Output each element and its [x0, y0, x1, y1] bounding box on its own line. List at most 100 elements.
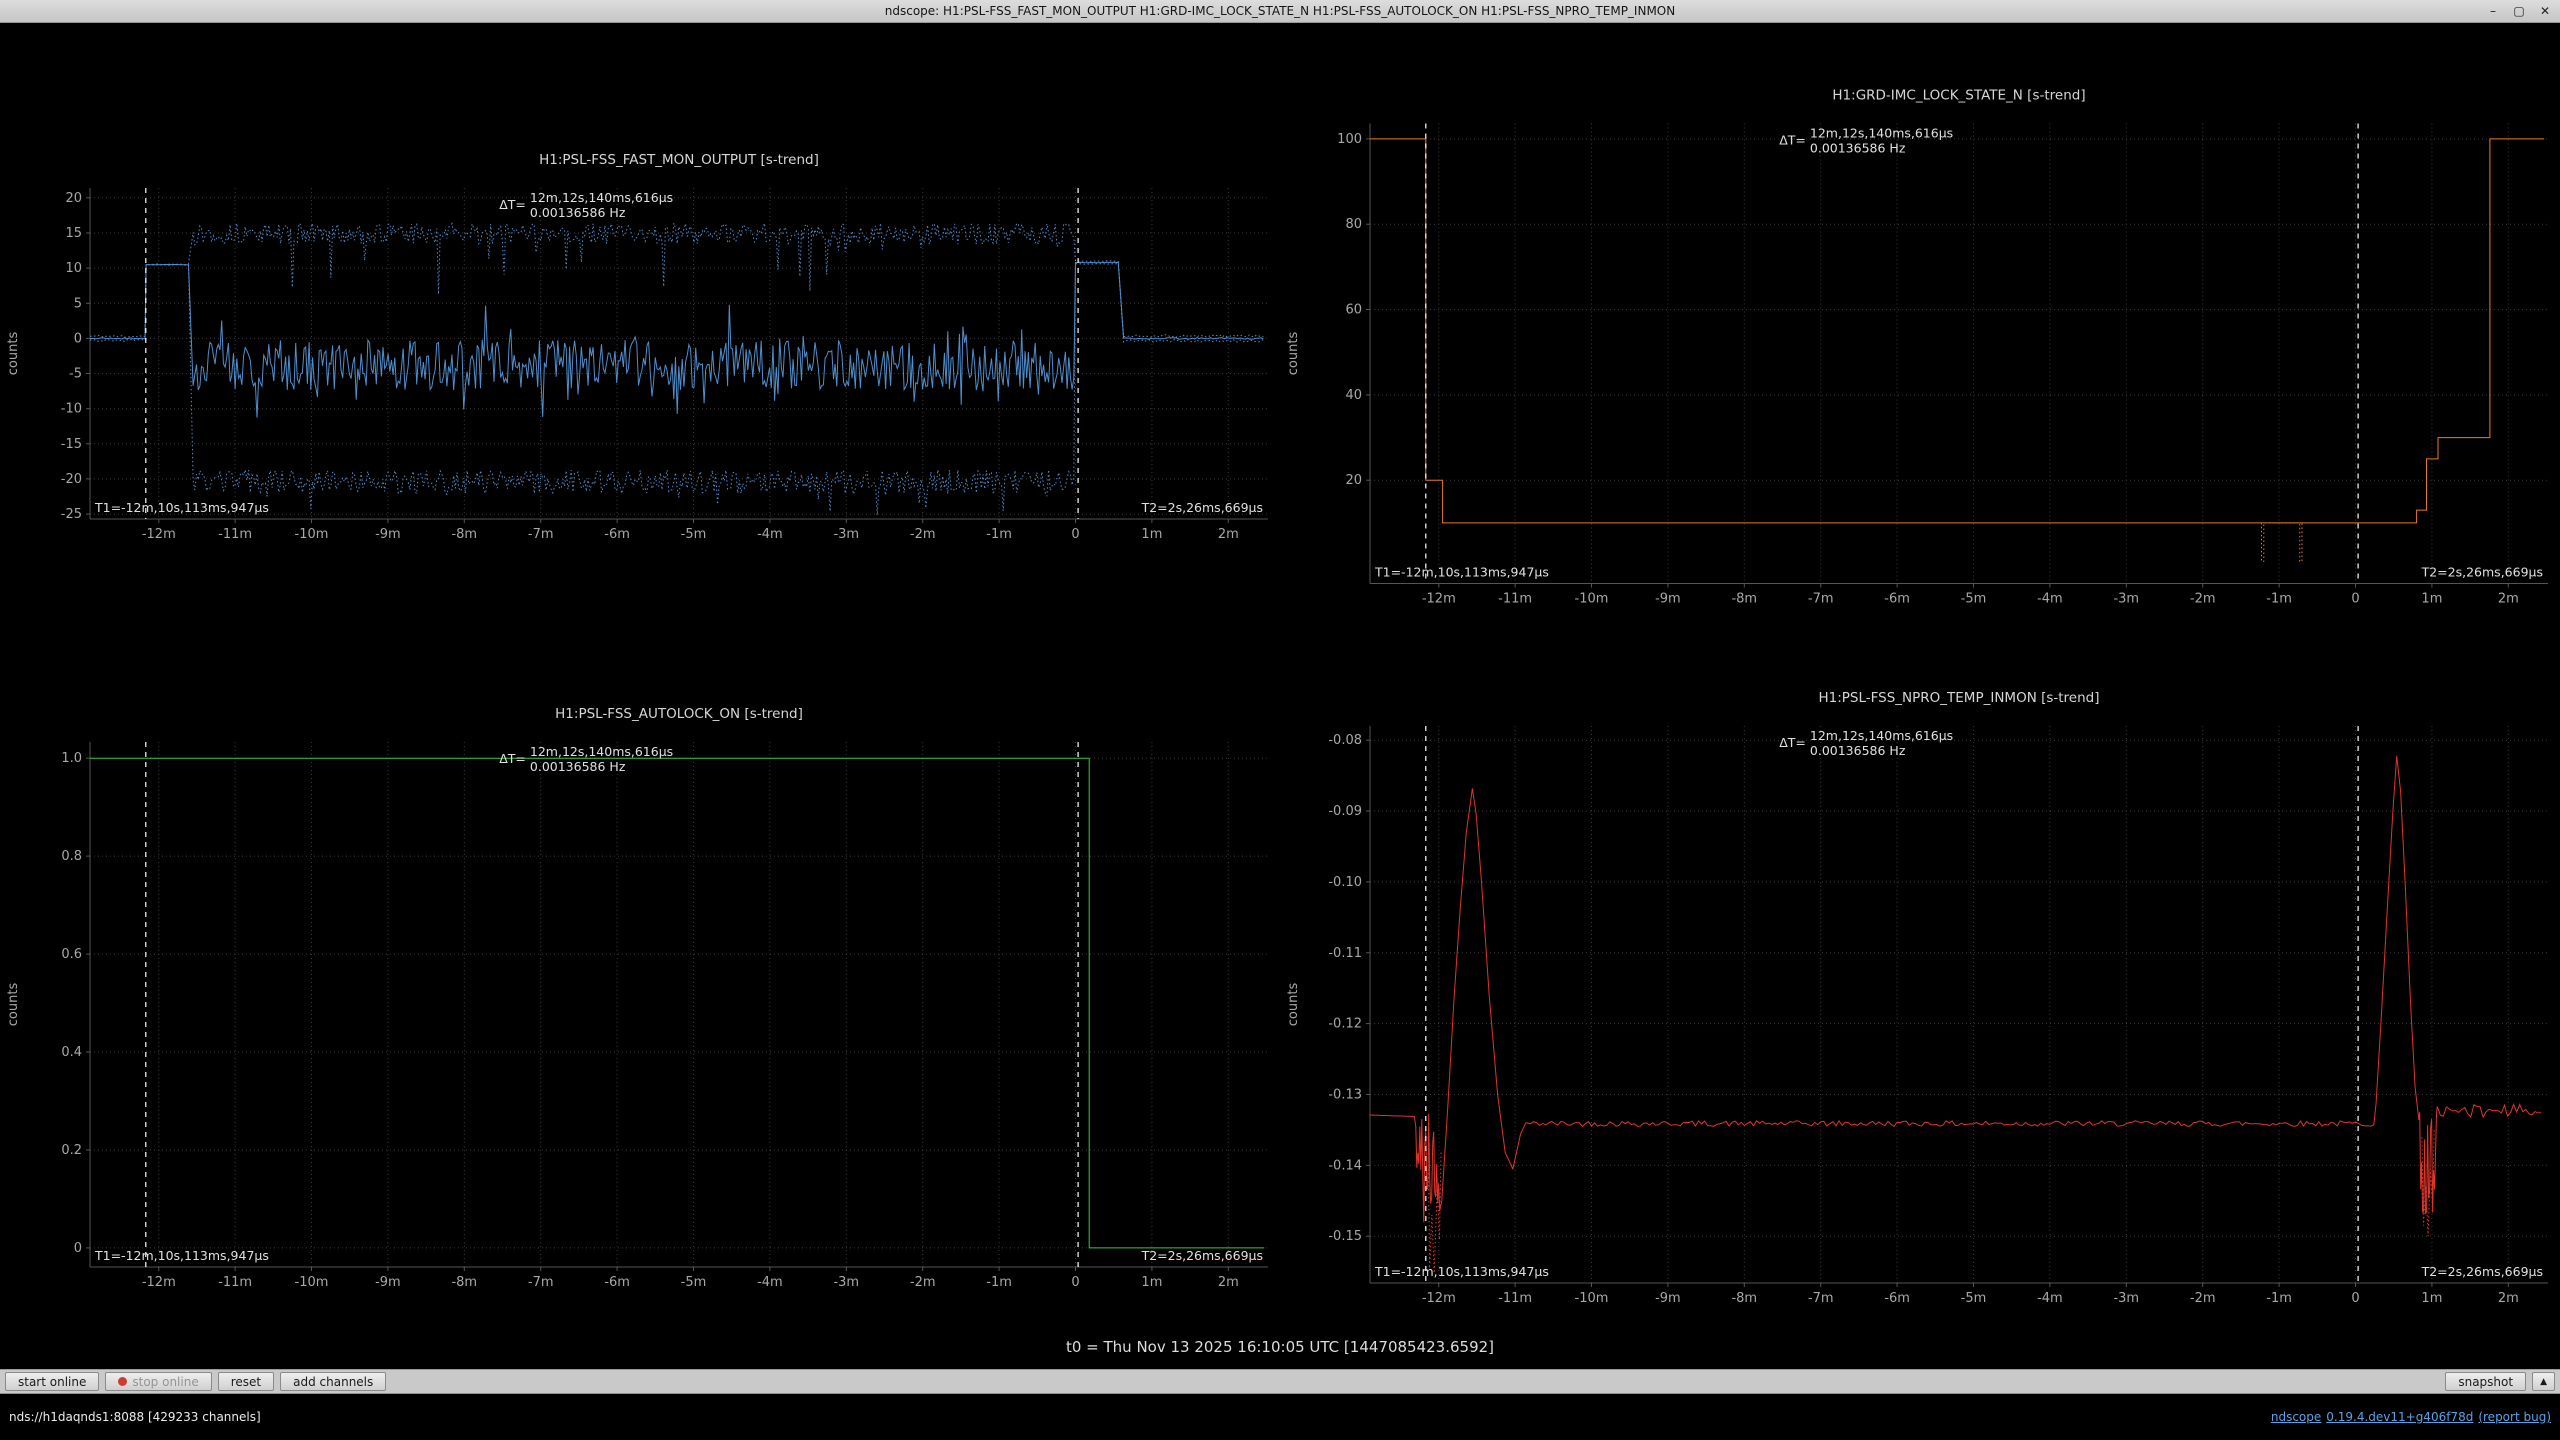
plot-cell-npro-temp-inmon: -12m-11m-10m-9m-8m-7m-6m-5m-4m-3m-2m-1m0… — [1280, 674, 2560, 1325]
svg-text:0: 0 — [1071, 1275, 1079, 1290]
svg-text:-0.08: -0.08 — [1328, 733, 1362, 748]
svg-text:2m: 2m — [1218, 1275, 1239, 1290]
svg-text:-0.14: -0.14 — [1328, 1158, 1362, 1173]
svg-text:-0.15: -0.15 — [1328, 1229, 1362, 1244]
svg-text:-2m: -2m — [910, 527, 936, 542]
svg-text:2m: 2m — [1218, 527, 1239, 542]
svg-text:ΔT=: ΔT= — [1779, 735, 1806, 750]
version-link[interactable]: 0.19.4.dev11+g406f78d — [2326, 1410, 2473, 1424]
svg-text:1m: 1m — [2421, 1291, 2442, 1306]
stop-icon — [118, 1377, 127, 1386]
svg-text:H1:PSL-FSS_AUTOLOCK_ON [s-tren: H1:PSL-FSS_AUTOLOCK_ON [s-trend] — [555, 706, 803, 722]
svg-text:12m,12s,140ms,616µs: 12m,12s,140ms,616µs — [1810, 728, 1953, 743]
svg-text:-12m: -12m — [142, 527, 176, 542]
svg-text:counts: counts — [1286, 332, 1301, 376]
svg-text:0.2: 0.2 — [61, 1143, 82, 1158]
add-channels-button[interactable]: add channels — [280, 1372, 386, 1391]
close-button[interactable]: ✕ — [2538, 5, 2552, 17]
svg-text:-10: -10 — [61, 402, 82, 417]
plot-fast-mon-output-canvas[interactable]: -12m-11m-10m-9m-8m-7m-6m-5m-4m-3m-2m-1m0… — [0, 23, 1280, 674]
stop-online-label: stop online — [132, 1375, 198, 1389]
plot-imc-lock-state-canvas[interactable]: -12m-11m-10m-9m-8m-7m-6m-5m-4m-3m-2m-1m0… — [1280, 23, 2560, 674]
svg-text:0: 0 — [2351, 1291, 2359, 1306]
start-online-button[interactable]: start online — [5, 1372, 99, 1391]
plot-autolock-on-canvas[interactable]: -12m-11m-10m-9m-8m-7m-6m-5m-4m-3m-2m-1m0… — [0, 674, 1280, 1325]
svg-text:10: 10 — [65, 261, 82, 276]
snapshot-button[interactable]: snapshot — [2445, 1372, 2526, 1391]
svg-text:0: 0 — [1071, 527, 1079, 542]
svg-text:T1=-12m,10s,113ms,947µs: T1=-12m,10s,113ms,947µs — [94, 500, 269, 515]
svg-text:-0.12: -0.12 — [1328, 1017, 1362, 1032]
svg-text:-2m: -2m — [910, 1275, 936, 1290]
svg-text:-20: -20 — [61, 472, 82, 487]
svg-text:counts: counts — [1286, 983, 1301, 1027]
svg-text:0.00136586 Hz: 0.00136586 Hz — [1810, 141, 1906, 156]
svg-text:ΔT=: ΔT= — [1779, 133, 1806, 148]
reset-button[interactable]: reset — [218, 1372, 274, 1391]
svg-text:-4m: -4m — [757, 1275, 783, 1290]
svg-text:-11m: -11m — [1498, 592, 1532, 607]
svg-text:-5m: -5m — [681, 527, 707, 542]
svg-text:20: 20 — [1345, 473, 1362, 488]
svg-text:-8m: -8m — [451, 1275, 477, 1290]
svg-text:-8m: -8m — [451, 527, 477, 542]
svg-text:-0.09: -0.09 — [1328, 804, 1362, 819]
svg-text:60: 60 — [1345, 303, 1362, 318]
svg-text:-9m: -9m — [1655, 1291, 1681, 1306]
svg-text:-12m: -12m — [1422, 592, 1456, 607]
svg-text:12m,12s,140ms,616µs: 12m,12s,140ms,616µs — [530, 744, 673, 759]
status-bar: nds://h1daqnds1:8088 [429233 channels] n… — [0, 1394, 2560, 1440]
svg-text:-9m: -9m — [375, 1275, 401, 1290]
svg-text:-4m: -4m — [2037, 1291, 2063, 1306]
svg-text:T2=2s,26ms,669µs: T2=2s,26ms,669µs — [1141, 500, 1263, 515]
t0-timestamp: t0 = Thu Nov 13 2025 16:10:05 UTC [14470… — [0, 1325, 2560, 1369]
statusbar-links: ndscope 0.19.4.dev11+g406f78d (report bu… — [2271, 1410, 2551, 1424]
svg-text:ΔT=: ΔT= — [499, 197, 526, 212]
svg-text:-2m: -2m — [2190, 592, 2216, 607]
svg-text:T1=-12m,10s,113ms,947µs: T1=-12m,10s,113ms,947µs — [1374, 1264, 1549, 1279]
svg-text:-7m: -7m — [1808, 592, 1834, 607]
svg-text:-12m: -12m — [1422, 1291, 1456, 1306]
svg-text:0: 0 — [2351, 592, 2359, 607]
svg-text:-8m: -8m — [1731, 1291, 1757, 1306]
svg-text:-7m: -7m — [528, 527, 554, 542]
svg-text:12m,12s,140ms,616µs: 12m,12s,140ms,616µs — [1810, 126, 1953, 141]
maximize-button[interactable]: ▢ — [2512, 5, 2526, 17]
expand-toolbar-button[interactable]: ▲ — [2532, 1372, 2555, 1391]
svg-text:-10m: -10m — [295, 1275, 329, 1290]
nds-server-status: nds://h1daqnds1:8088 [429233 channels] — [9, 1410, 261, 1424]
svg-text:counts: counts — [6, 332, 21, 376]
svg-text:H1:PSL-FSS_NPRO_TEMP_INMON [s-: H1:PSL-FSS_NPRO_TEMP_INMON [s-trend] — [1818, 690, 2099, 706]
svg-text:-1m: -1m — [986, 527, 1012, 542]
report-bug-link[interactable]: (report bug) — [2478, 1410, 2551, 1424]
svg-text:0: 0 — [74, 1241, 82, 1256]
svg-text:0.4: 0.4 — [61, 1045, 82, 1060]
svg-text:0: 0 — [74, 331, 82, 346]
svg-text:T2=2s,26ms,669µs: T2=2s,26ms,669µs — [2421, 565, 2543, 580]
window-titlebar[interactable]: ndscope: H1:PSL-FSS_FAST_MON_OUTPUT H1:G… — [0, 0, 2560, 23]
svg-text:80: 80 — [1345, 217, 1362, 232]
svg-text:5: 5 — [74, 296, 82, 311]
svg-text:-5m: -5m — [1961, 592, 1987, 607]
stop-online-button[interactable]: stop online — [105, 1372, 211, 1391]
minimize-button[interactable]: – — [2486, 5, 2500, 17]
svg-text:-5m: -5m — [1961, 1291, 1987, 1306]
svg-text:1m: 1m — [2421, 592, 2442, 607]
svg-text:-15: -15 — [61, 437, 82, 452]
plot-cell-autolock-on: -12m-11m-10m-9m-8m-7m-6m-5m-4m-3m-2m-1m0… — [0, 674, 1280, 1325]
svg-text:T2=2s,26ms,669µs: T2=2s,26ms,669µs — [2421, 1264, 2543, 1279]
svg-text:-11m: -11m — [218, 527, 252, 542]
svg-text:-11m: -11m — [218, 1275, 252, 1290]
svg-text:-9m: -9m — [1655, 592, 1681, 607]
plot-npro-temp-inmon-canvas[interactable]: -12m-11m-10m-9m-8m-7m-6m-5m-4m-3m-2m-1m0… — [1280, 674, 2560, 1325]
window-title: ndscope: H1:PSL-FSS_FAST_MON_OUTPUT H1:G… — [885, 4, 1675, 18]
svg-text:2m: 2m — [2498, 1291, 2519, 1306]
svg-text:-3m: -3m — [2113, 1291, 2139, 1306]
bottom-toolbar: start online stop online reset add chann… — [0, 1369, 2560, 1394]
svg-text:0.6: 0.6 — [61, 947, 82, 962]
svg-text:-0.10: -0.10 — [1328, 875, 1362, 890]
svg-text:20: 20 — [65, 191, 82, 206]
svg-text:-3m: -3m — [2113, 592, 2139, 607]
ndscope-link[interactable]: ndscope — [2271, 1410, 2321, 1424]
svg-text:-6m: -6m — [604, 1275, 630, 1290]
